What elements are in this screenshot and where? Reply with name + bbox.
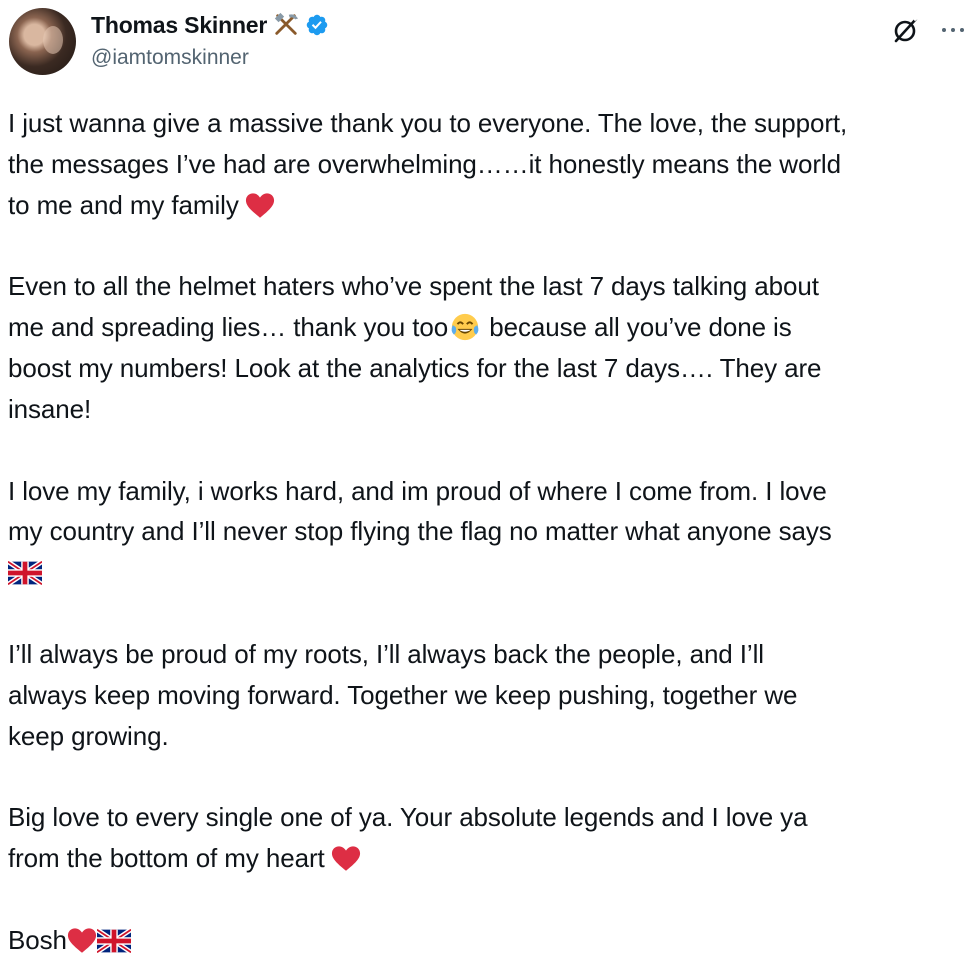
tweet-paragraph-6: Bosh	[8, 920, 976, 961]
text-line: I’ll always be proud of my roots, I’ll a…	[8, 638, 764, 669]
dot-icon	[942, 28, 946, 32]
dot-icon	[951, 28, 955, 32]
dot-icon	[960, 28, 964, 32]
text-line: Big love to every single one of ya. Your…	[8, 802, 808, 833]
author-name-row: Thomas Skinner	[91, 10, 329, 40]
text-line: Even to all the helmet haters who’ve spe…	[8, 271, 819, 302]
red-heart-icon	[67, 927, 97, 954]
text-line: because all you’ve done is	[482, 312, 792, 343]
text-line: insane!	[8, 393, 92, 424]
text-line: the messages I’ve had are overwhelming………	[8, 148, 841, 179]
text-line: keep growing.	[8, 720, 169, 751]
text-line: my country and I’ll never stop flying th…	[8, 516, 832, 547]
tweet-paragraph-5: Big love to every single one of ya. Your…	[8, 797, 976, 879]
tweet-text: I just wanna give a massive thank you to…	[8, 103, 976, 961]
text-line: I just wanna give a massive thank you to…	[8, 108, 848, 138]
grok-icon[interactable]	[890, 14, 922, 46]
hammer-and-pick-icon	[274, 12, 299, 35]
text-line: Bosh	[8, 924, 67, 955]
uk-flag-icon	[8, 561, 42, 585]
tweet-paragraph-3: I love my family, i works hard, and im p…	[8, 471, 976, 593]
text-line: me and spreading lies… thank you too	[8, 312, 449, 343]
tweet-paragraph-2: Even to all the helmet haters who’ve spe…	[8, 266, 976, 429]
text-line: always keep moving forward. Together we …	[8, 679, 798, 710]
author-handle[interactable]: @iamtomskinner	[91, 46, 249, 70]
uk-flag-icon	[97, 929, 131, 953]
text-line: to me and my family	[8, 189, 239, 220]
text-line: boost my numbers! Look at the analytics …	[8, 352, 822, 383]
tweet-header: Thomas Skinner @iamtomskinner	[0, 0, 980, 90]
avatar[interactable]	[9, 8, 76, 75]
red-heart-icon	[331, 845, 361, 872]
verified-badge-icon[interactable]	[305, 13, 329, 37]
tweet-paragraph-1: I just wanna give a massive thank you to…	[8, 103, 976, 225]
tweet-paragraph-4: I’ll always be proud of my roots, I’ll a…	[8, 634, 976, 756]
author-name[interactable]: Thomas Skinner	[91, 12, 267, 39]
text-line: I love my family, i works hard, and im p…	[8, 475, 827, 506]
text-line: from the bottom of my heart	[8, 843, 325, 874]
red-heart-icon	[245, 192, 275, 219]
tears-of-joy-icon	[450, 312, 480, 342]
more-options-icon[interactable]	[935, 14, 971, 46]
